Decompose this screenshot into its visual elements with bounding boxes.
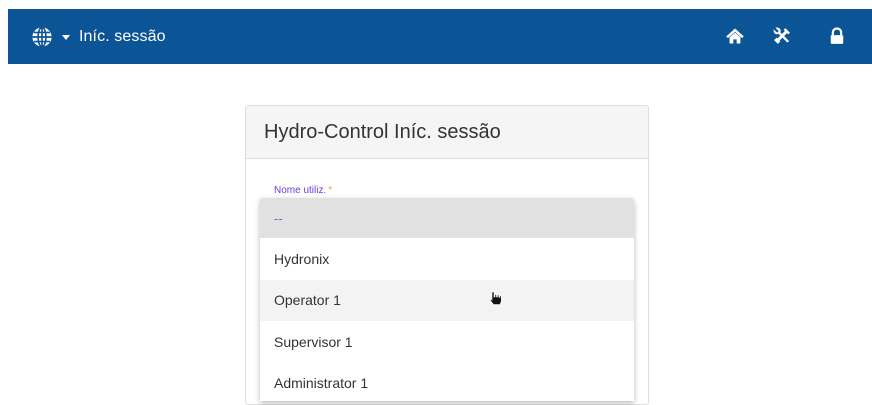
username-label-text: Nome utiliz.: [274, 185, 327, 196]
lock-icon[interactable]: [827, 26, 847, 46]
language-menu[interactable]: [31, 26, 70, 48]
username-label: Nome utiliz. *: [274, 185, 332, 196]
chevron-down-icon: [62, 34, 70, 40]
dropdown-option-hydronix[interactable]: Hydronix: [260, 238, 634, 280]
dropdown-option-operator-1[interactable]: Operator 1: [260, 279, 634, 321]
dropdown-option-supervisor-1[interactable]: Supervisor 1: [260, 321, 634, 363]
hand-cursor-icon: [489, 291, 502, 305]
required-marker: *: [328, 185, 333, 196]
home-icon[interactable]: [725, 26, 745, 46]
top-navbar: Iníc. sessão: [8, 9, 872, 64]
page-title: Iníc. sessão: [79, 27, 166, 45]
dropdown-option-administrator-1[interactable]: Administrator 1: [260, 363, 634, 402]
login-panel-title: Hydro-Control Iníc. sessão: [264, 120, 501, 143]
dropdown-option-placeholder[interactable]: --: [260, 198, 634, 238]
globe-icon: [32, 26, 52, 47]
tools-icon[interactable]: [772, 26, 792, 46]
username-dropdown-list[interactable]: -- Hydronix Operator 1 Supervisor 1 Admi…: [260, 198, 634, 401]
login-panel-heading: Hydro-Control Iníc. sessão: [246, 106, 648, 159]
